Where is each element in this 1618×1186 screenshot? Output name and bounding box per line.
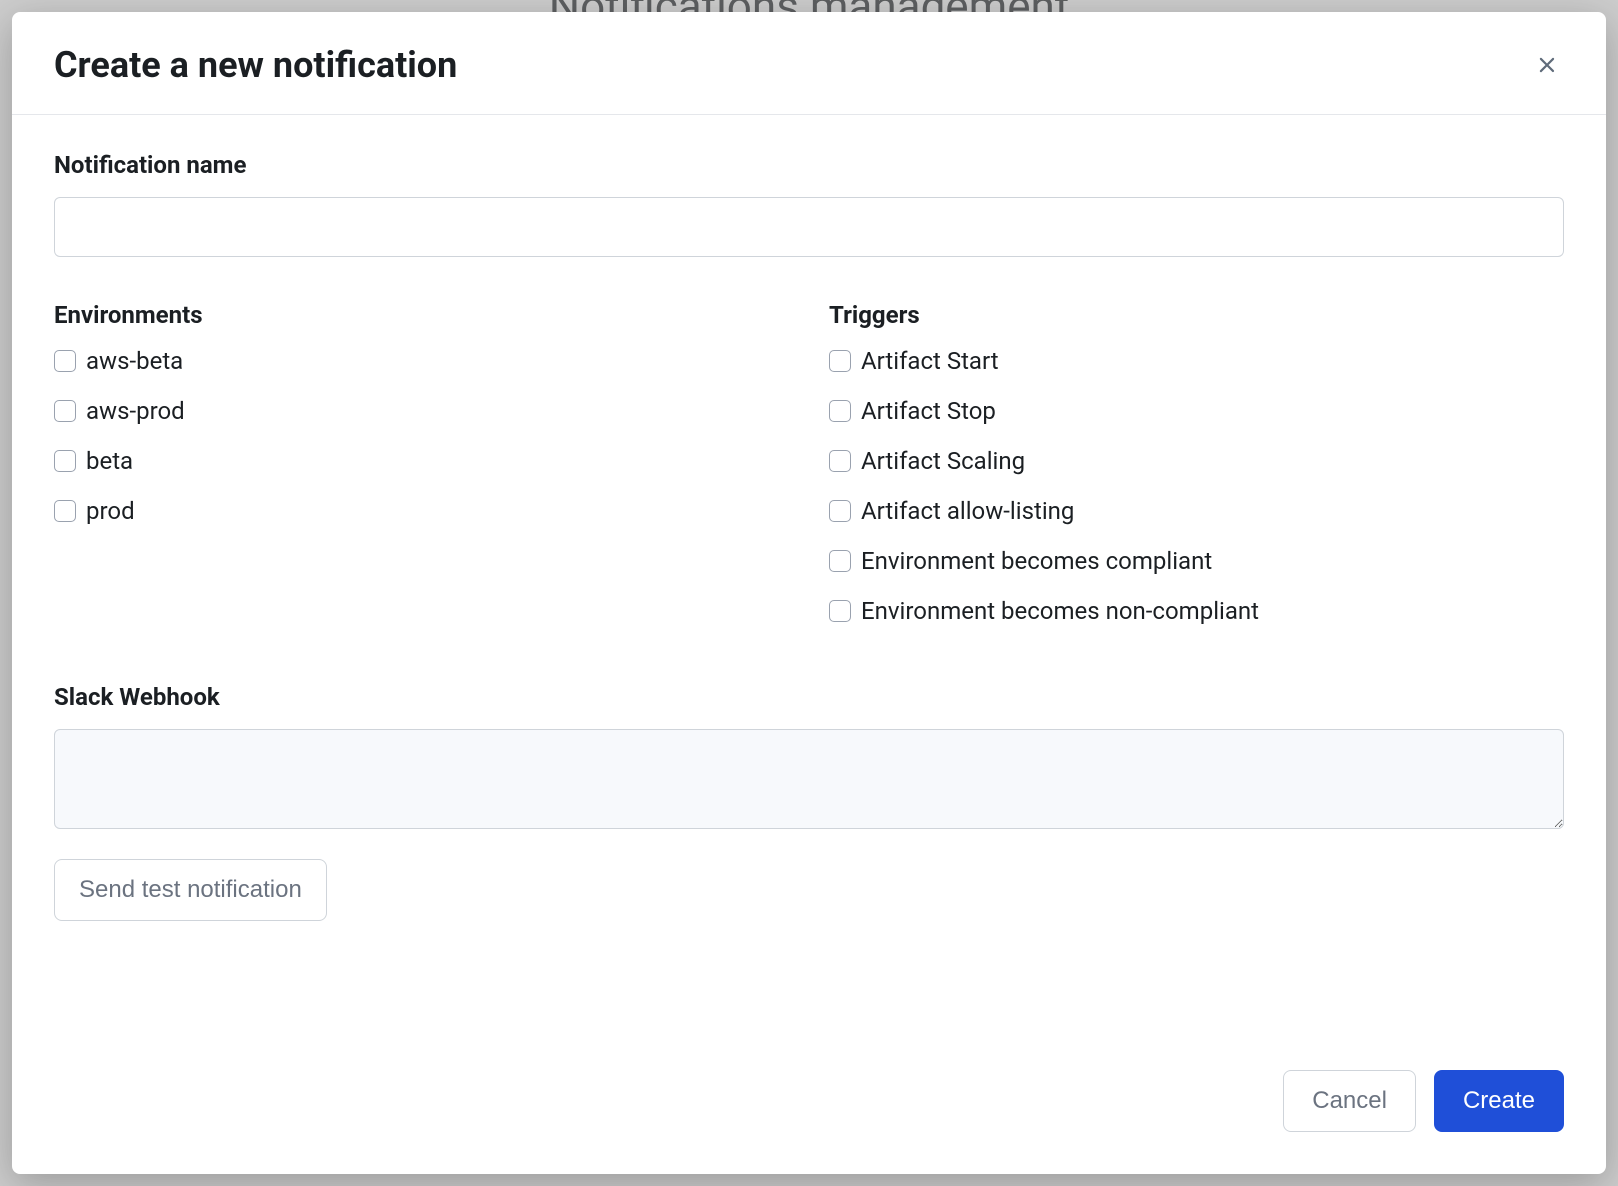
trigger-checkbox-artifact-scaling[interactable]: Artifact Scaling xyxy=(829,447,1564,475)
slack-webhook-label: Slack Webhook xyxy=(54,683,1564,711)
checkbox-input[interactable] xyxy=(54,500,76,522)
environment-checkbox-aws-beta[interactable]: aws-beta xyxy=(54,347,789,375)
checkbox-label: beta xyxy=(86,447,133,475)
triggers-label: Triggers xyxy=(829,301,1564,329)
checkbox-input[interactable] xyxy=(829,500,851,522)
modal-title: Create a new notification xyxy=(54,44,457,86)
checkbox-label: aws-beta xyxy=(86,347,183,375)
environment-checkbox-beta[interactable]: beta xyxy=(54,447,789,475)
trigger-checkbox-env-compliant[interactable]: Environment becomes compliant xyxy=(829,547,1564,575)
create-button[interactable]: Create xyxy=(1434,1070,1564,1132)
close-icon xyxy=(1534,52,1560,78)
triggers-column: Triggers Artifact Start Artifact Stop Ar… xyxy=(829,301,1564,625)
checkbox-label: Environment becomes compliant xyxy=(861,547,1212,575)
checkbox-label: Artifact Start xyxy=(861,347,999,375)
checkbox-input[interactable] xyxy=(54,450,76,472)
environment-checkbox-aws-prod[interactable]: aws-prod xyxy=(54,397,789,425)
trigger-checkbox-env-non-compliant[interactable]: Environment becomes non-compliant xyxy=(829,597,1564,625)
modal-header: Create a new notification xyxy=(12,12,1606,115)
checkbox-label: Artifact Scaling xyxy=(861,447,1025,475)
close-button[interactable] xyxy=(1530,48,1564,82)
slack-webhook-section: Slack Webhook Send test notification xyxy=(54,683,1564,921)
checkbox-input[interactable] xyxy=(829,600,851,622)
notification-name-input[interactable] xyxy=(54,197,1564,257)
checkbox-input[interactable] xyxy=(829,350,851,372)
checkbox-label: prod xyxy=(86,497,135,525)
modal-body: Notification name Environments aws-beta … xyxy=(12,115,1606,1070)
trigger-checkbox-artifact-stop[interactable]: Artifact Stop xyxy=(829,397,1564,425)
checkbox-input[interactable] xyxy=(829,450,851,472)
checkbox-label: Artifact Stop xyxy=(861,397,996,425)
environments-column: Environments aws-beta aws-prod beta xyxy=(54,301,789,625)
send-test-notification-button[interactable]: Send test notification xyxy=(54,859,327,921)
slack-webhook-input[interactable] xyxy=(54,729,1564,829)
checkbox-input[interactable] xyxy=(54,400,76,422)
environment-checkbox-prod[interactable]: prod xyxy=(54,497,789,525)
checkbox-input[interactable] xyxy=(829,550,851,572)
checkbox-columns: Environments aws-beta aws-prod beta xyxy=(54,301,1564,625)
cancel-button[interactable]: Cancel xyxy=(1283,1070,1416,1132)
environments-list: aws-beta aws-prod beta prod xyxy=(54,347,789,525)
triggers-list: Artifact Start Artifact Stop Artifact Sc… xyxy=(829,347,1564,625)
modal-footer: Cancel Create xyxy=(12,1070,1606,1174)
checkbox-label: Artifact allow-listing xyxy=(861,497,1074,525)
create-notification-modal: Create a new notification Notification n… xyxy=(12,12,1606,1174)
trigger-checkbox-artifact-start[interactable]: Artifact Start xyxy=(829,347,1564,375)
checkbox-label: Environment becomes non-compliant xyxy=(861,597,1259,625)
notification-name-label: Notification name xyxy=(54,151,1564,179)
checkbox-input[interactable] xyxy=(829,400,851,422)
checkbox-input[interactable] xyxy=(54,350,76,372)
environments-label: Environments xyxy=(54,301,789,329)
checkbox-label: aws-prod xyxy=(86,397,185,425)
trigger-checkbox-artifact-allow-listing[interactable]: Artifact allow-listing xyxy=(829,497,1564,525)
